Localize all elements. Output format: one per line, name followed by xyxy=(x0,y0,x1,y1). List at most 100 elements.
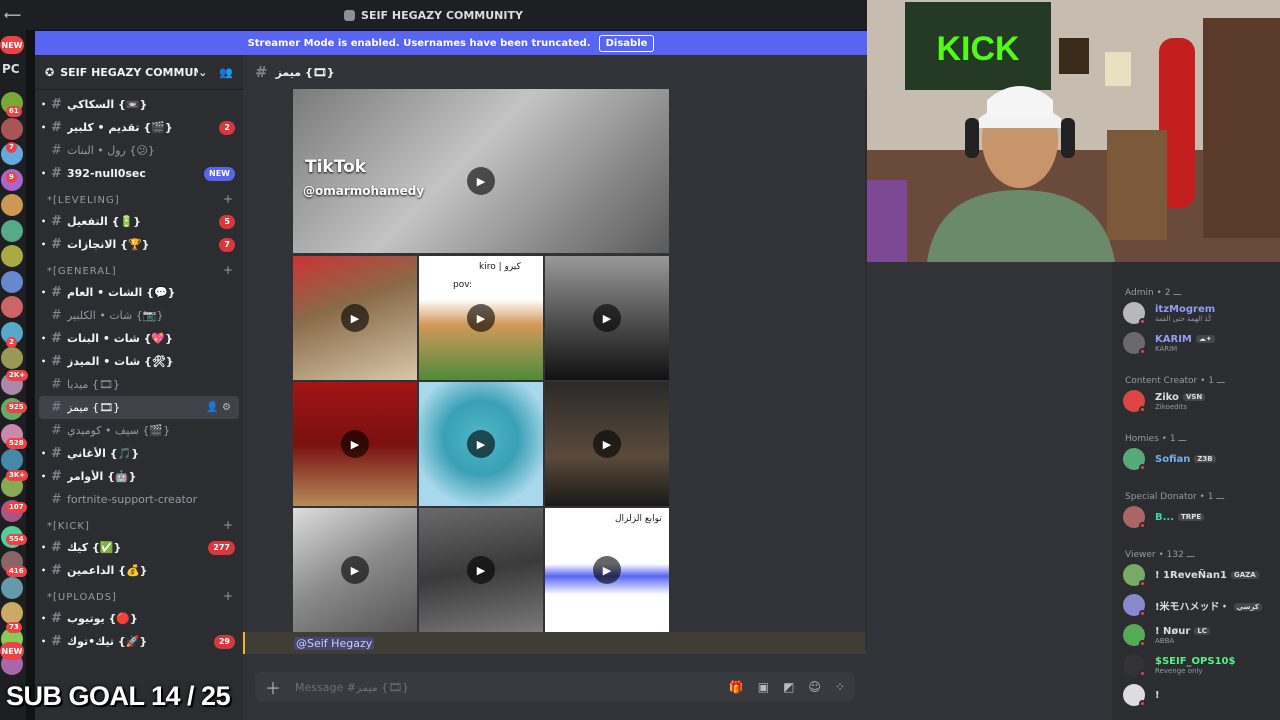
video-attachment[interactable]: ▶ xyxy=(293,508,417,632)
video-attachment-main[interactable]: TikTok @omarmohamedy ▶ xyxy=(293,89,669,253)
add-channel-icon[interactable]: + xyxy=(223,192,233,206)
sticker-icon[interactable]: ◩ xyxy=(783,680,794,694)
add-channel-icon[interactable]: + xyxy=(223,518,233,532)
server-mention-badge: 2 xyxy=(6,337,17,348)
play-icon[interactable]: ▶ xyxy=(467,556,495,584)
member-item[interactable]: Sofian Z3B xyxy=(1123,444,1280,474)
video-attachment[interactable]: ▶ xyxy=(545,256,669,380)
user-mention[interactable]: @Seif Hegazy xyxy=(294,636,375,650)
video-attachment[interactable]: ▶ xyxy=(293,256,417,380)
play-icon[interactable]: ▶ xyxy=(341,430,369,458)
play-icon[interactable]: ▶ xyxy=(467,167,495,195)
member-item[interactable]: ! Nøur LC ABBA xyxy=(1123,620,1280,650)
add-channel-icon[interactable]: + xyxy=(223,263,233,277)
video-attachment[interactable]: ▶ xyxy=(419,382,543,506)
channel-item[interactable]: • # تيك•توك {🚀} 29 xyxy=(35,630,243,653)
channel-item[interactable]: • # يوتيوب {🔴} xyxy=(35,607,243,630)
member-name: Sofian xyxy=(1155,453,1191,465)
video-attachment[interactable]: توابع الزلزال ▶ xyxy=(545,508,669,632)
channel-item[interactable]: # ميديا {🎞} xyxy=(35,373,243,396)
hashtag-icon: # xyxy=(51,214,62,229)
status-indicator-icon xyxy=(1139,670,1146,677)
channel-item[interactable]: # شات • الكلبير {📷} xyxy=(35,304,243,327)
member-item[interactable]: !米モハメッド・ كرسي xyxy=(1123,590,1280,620)
channel-label: يوتيوب {🔴} xyxy=(67,612,138,625)
server-header[interactable]: ✪ SEIF HEGAZY COMMUNI... ⌄ 👥 xyxy=(35,55,243,89)
play-icon[interactable]: ▶ xyxy=(341,304,369,332)
play-icon[interactable]: ▶ xyxy=(593,430,621,458)
play-icon[interactable]: ▶ xyxy=(341,556,369,584)
member-item[interactable]: KARIM ☁✦ KARIM xyxy=(1123,328,1280,358)
server-avatar-icon[interactable] xyxy=(1,449,23,471)
new-badge: NEW xyxy=(0,36,24,54)
hashtag-icon: # xyxy=(51,354,62,369)
channel-settings-icon[interactable]: 👤 ⚙ xyxy=(206,402,231,413)
server-avatar-icon[interactable] xyxy=(1,602,23,624)
channel-category[interactable]: *[GENERAL] + xyxy=(35,256,243,281)
server-avatar-icon[interactable] xyxy=(1,219,23,242)
channel-item[interactable]: # ميمز {🎞} 👤 ⚙ xyxy=(39,396,239,419)
channel-item[interactable]: # سيف • كوميدي {🎬} xyxy=(35,419,243,442)
video-attachment[interactable]: ▶ xyxy=(293,382,417,506)
server-avatar-icon[interactable] xyxy=(1,347,23,369)
window-title: SEIF HEGAZY COMMUNITY xyxy=(361,8,523,22)
member-role-header: Admin • ـــ 2 xyxy=(1125,288,1182,298)
unread-dot-icon: • xyxy=(41,614,47,623)
video-attachment[interactable]: kiro | كيرو pov: ▶ xyxy=(419,256,543,380)
server-avatar-icon[interactable] xyxy=(1,117,23,140)
add-attachment-icon[interactable]: ＋ xyxy=(265,675,281,699)
play-icon[interactable]: ▶ xyxy=(593,304,621,332)
emoji-icon[interactable]: ☺ xyxy=(808,680,821,694)
channel-item[interactable]: • # شات • الميدز {🛠} xyxy=(35,350,243,373)
chevron-down-icon[interactable]: ⌄ xyxy=(198,66,207,79)
channel-item[interactable]: • #392-null0sec NEW xyxy=(35,162,243,185)
channel-category[interactable]: *[LEVELING] + xyxy=(35,185,243,210)
add-channel-icon[interactable]: + xyxy=(223,589,233,603)
channel-item[interactable]: • # الانجازات {🏆} 7 xyxy=(35,233,243,256)
server-avatar-icon[interactable] xyxy=(1,576,23,599)
server-avatar-icon[interactable] xyxy=(1,194,23,216)
channel-item[interactable]: • # الأوامر {🤖} xyxy=(35,465,243,488)
status-indicator-icon xyxy=(1139,464,1146,471)
channel-item[interactable]: • # كيك {✅} 277 xyxy=(35,536,243,559)
unread-dot-icon: • xyxy=(41,100,47,109)
apps-icon[interactable]: ⁘ xyxy=(835,680,845,694)
message-input[interactable] xyxy=(295,680,715,694)
server-avatar-icon[interactable] xyxy=(1,296,23,318)
channel-item[interactable]: • # السكاكي {📼} xyxy=(35,93,243,116)
member-item[interactable]: Ziko VSN Zikoedits xyxy=(1123,386,1280,416)
member-item[interactable]: B... TRPE xyxy=(1123,502,1280,532)
video-attachment[interactable]: ▶ xyxy=(545,382,669,506)
gif-icon[interactable]: ▣ xyxy=(758,680,769,694)
play-icon[interactable]: ▶ xyxy=(467,304,495,332)
channel-header: # ميمز {🎞} xyxy=(243,55,867,89)
disable-streamer-mode-button[interactable]: Disable xyxy=(598,34,655,52)
member-item[interactable]: ! 1ReveÑan1 GAZA xyxy=(1123,560,1280,590)
channel-category[interactable]: *[KICK] + xyxy=(35,511,243,536)
channel-item[interactable]: • # الشات • العام {💬} xyxy=(35,281,243,304)
server-avatar-icon[interactable] xyxy=(1,245,23,267)
unread-dot-icon: • xyxy=(41,566,47,575)
play-icon[interactable]: ▶ xyxy=(593,556,621,584)
channel-item[interactable]: • # التفعيل {🔋} 5 xyxy=(35,210,243,233)
member-status: كُدَ الهمة حتى القمة xyxy=(1155,314,1212,323)
channel-item[interactable]: • # تقديم • كلبير {🎬} 2 xyxy=(35,116,243,139)
member-role-header: Viewer • ـــ 132 xyxy=(1125,550,1195,560)
play-icon[interactable]: ▶ xyxy=(467,430,495,458)
member-item[interactable]: itzMogrem كُدَ الهمة حتى القمة xyxy=(1123,298,1280,328)
invite-people-icon[interactable]: 👥 xyxy=(219,66,233,79)
member-item[interactable]: ! xyxy=(1123,680,1280,710)
server-avatar-icon[interactable] xyxy=(1,270,23,293)
back-arrow-icon[interactable]: ⟵ xyxy=(4,8,21,22)
channel-item[interactable]: • # شات • البنات {💖} xyxy=(35,327,243,350)
gift-icon[interactable]: 🎁 xyxy=(729,680,744,694)
channel-item[interactable]: # رول • البنات {😕} xyxy=(35,139,243,162)
hashtag-icon: # xyxy=(51,611,62,626)
channel-item[interactable]: • # الأغاني {🎵} xyxy=(35,442,243,465)
member-item[interactable]: $SEIF_OPS10$ Revenge only xyxy=(1123,650,1280,680)
channel-item[interactable]: # fortnite-support-creator xyxy=(35,488,243,511)
channel-category[interactable]: *[UPLOADS] + xyxy=(35,582,243,607)
video-attachment[interactable]: ▶ xyxy=(419,508,543,632)
channel-item[interactable]: • # الداعمين {💰} xyxy=(35,559,243,582)
webcam-overlay: KICK xyxy=(867,0,1280,262)
